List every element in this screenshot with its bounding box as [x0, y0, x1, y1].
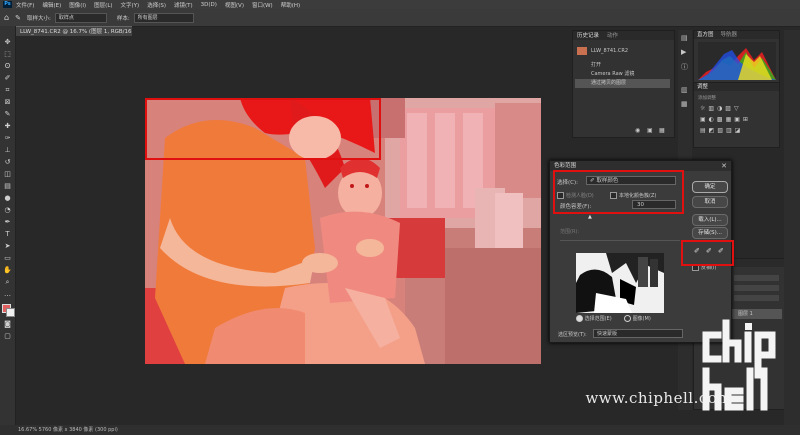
fuzziness-slider-thumb[interactable]: ▲: [588, 214, 592, 220]
adjust-icons-row-3[interactable]: ▤◩▧▥◪: [700, 127, 743, 134]
adjustments-panel: 调整 添加调整 ☼▥◑▨▽ ▣◐▩▦▣⊞ ▤◩▧▥◪: [693, 82, 780, 148]
tab-navigator[interactable]: 导航器: [720, 32, 737, 38]
menu-help[interactable]: 帮助(H): [281, 1, 300, 9]
tab-history[interactable]: 历史记录: [577, 33, 599, 39]
history-snapshot[interactable]: LLW_8741.CR2: [575, 44, 670, 58]
status-text: 16.67% 5760 像素 x 3840 像素 (300 ppi): [18, 427, 118, 433]
more-tools-icon[interactable]: …: [3, 290, 12, 299]
lasso-tool-icon[interactable]: ʘ: [3, 62, 12, 71]
pen-tool-icon[interactable]: ✒: [3, 218, 12, 227]
image-radio[interactable]: 图像(M): [624, 315, 651, 322]
blend-mode-select[interactable]: [734, 275, 779, 281]
eyedropper-tool-icon[interactable]: ✎: [3, 110, 12, 119]
shape-tool-icon[interactable]: ▭: [3, 254, 12, 263]
home-icon[interactable]: ⌂: [4, 13, 9, 22]
menu-3d[interactable]: 3D(D): [201, 2, 217, 8]
cancel-button[interactable]: 取消: [692, 196, 728, 208]
photoshop-logo[interactable]: Ps: [3, 1, 12, 8]
history-brush-icon[interactable]: ↺: [3, 158, 12, 167]
background-color-swatch[interactable]: [6, 308, 15, 317]
quick-select-tool-icon[interactable]: ✐: [3, 74, 12, 83]
history-item[interactable]: 打开: [575, 61, 670, 70]
status-bar: 16.67% 5760 像素 x 3840 像素 (300 ppi): [0, 425, 800, 435]
eraser-tool-icon[interactable]: ◫: [3, 170, 12, 179]
gradient-tool-icon[interactable]: ▤: [3, 182, 12, 191]
camera-icon[interactable]: ◉: [635, 127, 640, 134]
opacity-field[interactable]: [734, 285, 779, 291]
sample-select[interactable]: 所有图层: [133, 12, 194, 23]
history-item[interactable]: Camera Raw 滤镜: [575, 70, 670, 79]
adjust-icons-row-2[interactable]: ▣◐▩▦▣⊞: [700, 116, 751, 123]
history-icon[interactable]: ▤: [681, 34, 688, 42]
tab-histogram[interactable]: 直方图: [697, 32, 714, 38]
move-tool-icon[interactable]: ✥: [3, 38, 12, 47]
clone-stamp-icon[interactable]: ⊥: [3, 146, 12, 155]
blur-tool-icon[interactable]: ●: [3, 194, 12, 203]
dodge-tool-icon[interactable]: ◔: [3, 206, 12, 215]
menu-select[interactable]: 选择(S): [147, 1, 166, 9]
close-icon[interactable]: ✕: [721, 162, 727, 170]
menu-type[interactable]: 文字(Y): [121, 1, 140, 9]
brush-tool-icon[interactable]: ✑: [3, 134, 12, 143]
save-button[interactable]: 存储(S)...: [692, 227, 728, 239]
eyedropper-icon[interactable]: ✎: [15, 14, 21, 22]
menu-image[interactable]: 图像(I): [69, 1, 86, 9]
zoom-tool-icon[interactable]: ⌕: [3, 278, 12, 287]
quick-mask-icon[interactable]: ◙: [3, 320, 12, 329]
menu-file[interactable]: 文件(F): [16, 1, 34, 9]
adjust-title: 调整: [694, 83, 779, 91]
highlight-box-eyedroppers: [681, 240, 734, 266]
marquee-tool-icon[interactable]: ⬚: [3, 50, 12, 59]
highlight-box-select: [553, 170, 684, 214]
mask-preview: [576, 253, 664, 313]
range-label: 范围(R):: [560, 229, 580, 235]
menu-edit[interactable]: 编辑(E): [42, 1, 61, 9]
menu-view[interactable]: 视图(V): [225, 1, 244, 9]
history-item-active[interactable]: 通过拷贝的图层: [575, 79, 670, 88]
histogram-panel: 直方图 导航器: [693, 30, 780, 84]
ok-button[interactable]: 确定: [692, 181, 728, 193]
tools-panel: ✥ ⬚ ʘ ✐ ⌗ ⊠ ✎ ✚ ✑ ⊥ ↺ ◫ ▤ ● ◔ ✒ T ➤ ▭ ✋ …: [0, 26, 16, 426]
selection-preview-select[interactable]: 快速蒙版: [593, 329, 683, 338]
history-panel: 历史记录 动作 LLW_8741.CR2 打开 Camera Raw 滤镜 通过…: [572, 30, 675, 138]
selection-preview-label: 选区预览(T):: [558, 332, 587, 338]
hand-tool-icon[interactable]: ✋: [3, 266, 12, 275]
healing-brush-icon[interactable]: ✚: [3, 122, 12, 131]
trash-icon[interactable]: ▦: [659, 127, 665, 134]
adjust-subtitle: 添加调整: [698, 96, 716, 101]
snapshot-name: LLW_8741.CR2: [591, 48, 629, 54]
path-select-icon[interactable]: ➤: [3, 242, 12, 251]
range-slider[interactable]: [560, 240, 680, 241]
options-bar: ⌂ ✎ 取样大小: 取样点 样本: 所有图层: [0, 9, 800, 27]
sample-size-select[interactable]: 取样点: [54, 12, 107, 23]
properties-icon[interactable]: ▥: [681, 86, 688, 94]
snapshot-thumbnail: [577, 47, 587, 55]
menu-bar: Ps 文件(F) 编辑(E) 图像(I) 图层(L) 文字(Y) 选择(S) 滤…: [0, 0, 800, 9]
menu-layer[interactable]: 图层(L): [94, 1, 112, 9]
sample-size-label: 取样大小:: [26, 15, 51, 22]
load-button[interactable]: 载入(L)...: [692, 214, 728, 226]
highlight-box-image: [145, 98, 381, 160]
info-icon[interactable]: ⓘ: [681, 62, 688, 72]
tab-actions[interactable]: 动作: [607, 33, 618, 39]
swatches-icon[interactable]: ▦: [681, 100, 688, 108]
chiphell-logo: [702, 319, 776, 411]
play-icon[interactable]: ▶: [681, 48, 686, 56]
sample-label: 样本:: [116, 15, 130, 22]
menu-filter[interactable]: 滤镜(T): [174, 1, 193, 9]
adjust-icons-row-1[interactable]: ☼▥◑▨▽: [700, 105, 742, 112]
frame-tool-icon[interactable]: ⊠: [3, 98, 12, 107]
histogram-graph: [698, 42, 776, 80]
crop-tool-icon[interactable]: ⌗: [3, 86, 12, 95]
selection-radio[interactable]: 选择范围(E): [576, 315, 612, 322]
new-document-icon[interactable]: ▣: [647, 127, 653, 134]
type-tool-icon[interactable]: T: [3, 230, 12, 239]
menu-window[interactable]: 窗口(W): [252, 1, 273, 9]
fill-field[interactable]: [734, 295, 779, 301]
screen-mode-icon[interactable]: ▢: [3, 332, 12, 341]
far-right-strip: [784, 30, 800, 425]
